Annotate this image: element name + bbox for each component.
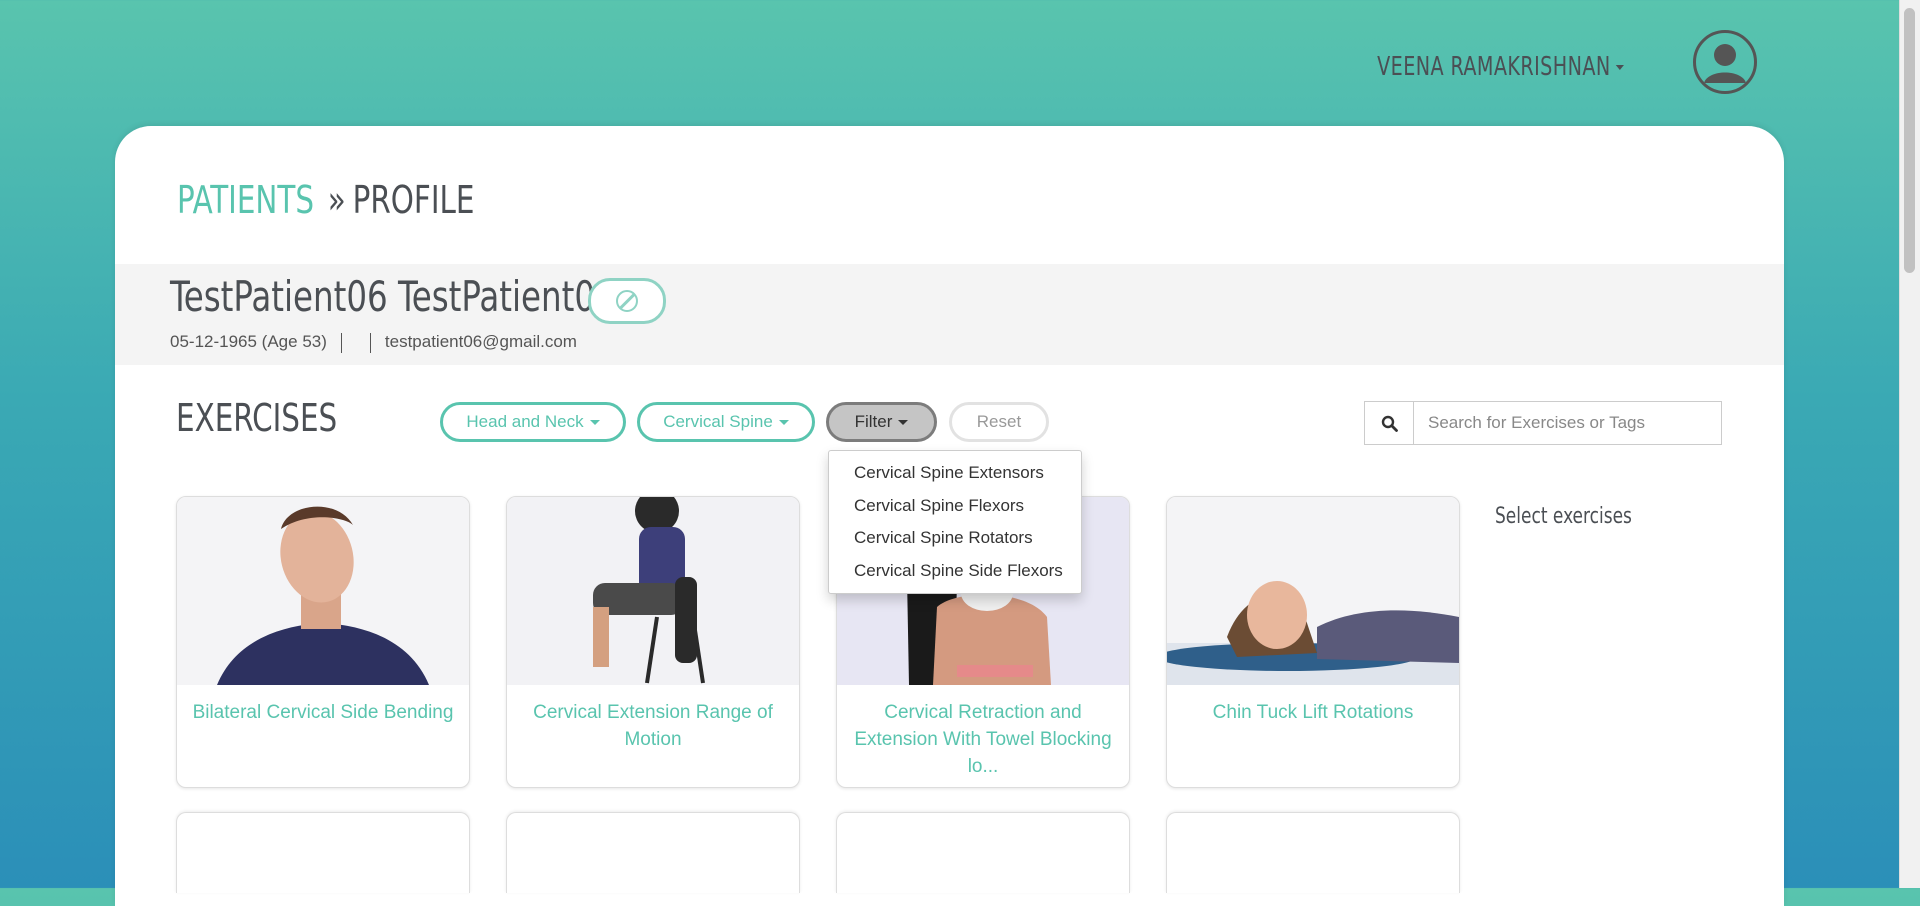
area-label: Cervical Spine	[663, 412, 773, 431]
exercise-card[interactable]: Bilateral Cervical Side Bending	[176, 496, 470, 788]
filter-option[interactable]: Cervical Spine Extensors	[829, 457, 1081, 490]
exercise-card[interactable]	[836, 812, 1130, 893]
breadcrumb: PATIENTS » PROFILE	[177, 178, 474, 222]
filter-option[interactable]: Cervical Spine Rotators	[829, 522, 1081, 555]
exercises-title: EXERCISES	[176, 396, 338, 440]
body-region-dropdown[interactable]: Head and Neck	[440, 402, 626, 442]
filter-option[interactable]: Cervical Spine Side Flexors	[829, 555, 1081, 588]
reset-label: Reset	[976, 412, 1022, 431]
reset-button[interactable]: Reset	[949, 402, 1049, 442]
exercise-image	[507, 497, 799, 685]
caret-down-icon	[898, 419, 909, 425]
filter-option[interactable]: Cervical Spine Flexors	[829, 490, 1081, 523]
user-name: VEENA RAMAKRISHNAN	[1377, 52, 1611, 82]
exercise-name: Chin Tuck Lift Rotations	[1212, 702, 1414, 723]
meta-divider	[340, 332, 342, 353]
select-exercises-title: Select exercises	[1495, 504, 1632, 529]
caret-down-icon	[1615, 65, 1624, 70]
filter-label: Filter	[854, 412, 893, 431]
page-scrollbar[interactable]	[1899, 0, 1920, 888]
caret-down-icon	[778, 419, 789, 425]
exercise-card[interactable]	[176, 812, 470, 893]
user-avatar-icon	[1704, 44, 1746, 83]
exercise-card[interactable]: Chin Tuck Lift Rotations	[1166, 496, 1460, 788]
exercise-image	[1167, 497, 1459, 685]
breadcrumb-patients-link[interactable]: PATIENTS	[177, 178, 314, 222]
filter-dropdown[interactable]: Filter	[826, 402, 937, 442]
exercise-card[interactable]: Cervical Extension Range of Motion	[506, 496, 800, 788]
patient-meta: 05-12-1965 (Age 53) testpatient06@gmail.c…	[170, 332, 577, 353]
search-button[interactable]	[1365, 402, 1414, 444]
ban-icon	[616, 290, 638, 312]
exercise-name: Bilateral Cervical Side Bending	[192, 702, 454, 723]
area-dropdown[interactable]: Cervical Spine	[637, 402, 815, 442]
exercise-card[interactable]	[1166, 812, 1460, 893]
disable-patient-button[interactable]	[588, 278, 666, 324]
breadcrumb-separator: »	[327, 178, 346, 222]
search-box	[1364, 401, 1722, 445]
exercise-name: Cervical Retraction and Extension With T…	[854, 702, 1112, 777]
patient-name: TestPatient06 TestPatient06	[170, 272, 616, 321]
filter-dropdown-menu: Cervical Spine Extensors Cervical Spine …	[828, 450, 1082, 594]
meta-divider	[369, 332, 371, 353]
breadcrumb-current: PROFILE	[352, 178, 475, 222]
exercise-name: Cervical Extension Range of Motion	[533, 702, 773, 750]
patient-header: TestPatient06 TestPatient06 05-12-1965 (…	[115, 264, 1784, 365]
top-bar: VEENA RAMAKRISHNAN	[0, 0, 1900, 125]
scrollbar-thumb[interactable]	[1904, 8, 1915, 273]
exercise-card[interactable]	[506, 812, 800, 893]
body-region-label: Head and Neck	[466, 412, 584, 431]
avatar[interactable]	[1693, 30, 1757, 94]
caret-down-icon	[589, 419, 600, 425]
patient-dob: 05-12-1965 (Age 53)	[170, 332, 327, 351]
exercise-image	[177, 497, 469, 685]
user-menu-toggle[interactable]: VEENA RAMAKRISHNAN	[1377, 52, 1624, 82]
search-input[interactable]	[1414, 402, 1721, 444]
search-icon	[1381, 415, 1398, 432]
patient-email: testpatient06@gmail.com	[384, 332, 577, 351]
